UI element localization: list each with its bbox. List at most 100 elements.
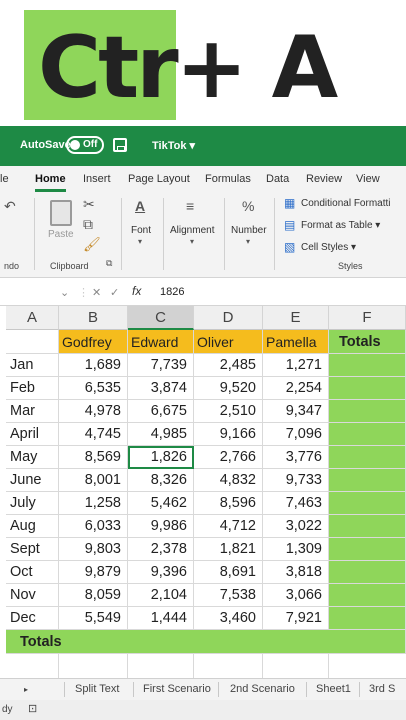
value-cell[interactable]: 2,104: [128, 584, 194, 607]
value-cell[interactable]: 9,166: [194, 423, 263, 446]
value-cell[interactable]: 3,460: [194, 607, 263, 630]
value-cell[interactable]: 9,803: [59, 538, 128, 561]
value-cell[interactable]: 1,821: [194, 538, 263, 561]
row-label-cell[interactable]: Nov: [6, 584, 59, 607]
paste-label[interactable]: Paste: [48, 229, 74, 240]
value-cell[interactable]: 1,444: [128, 607, 194, 630]
row-label-cell[interactable]: April: [6, 423, 59, 446]
value-cell[interactable]: 6,033: [59, 515, 128, 538]
tab-formulas[interactable]: Formulas: [205, 173, 251, 185]
percent-icon[interactable]: %: [242, 198, 254, 214]
sheet-tab-split-text[interactable]: Split Text: [75, 683, 119, 695]
totals-cell[interactable]: [329, 354, 406, 377]
value-cell[interactable]: 8,001: [59, 469, 128, 492]
cell[interactable]: [6, 654, 59, 678]
value-cell[interactable]: 4,745: [59, 423, 128, 446]
value-cell[interactable]: 8,596: [194, 492, 263, 515]
totals-column-header[interactable]: Totals: [329, 330, 406, 354]
font-icon[interactable]: A: [135, 198, 145, 214]
value-cell[interactable]: 3,022: [263, 515, 329, 538]
format-painter-icon[interactable]: 🖌: [83, 236, 101, 253]
value-cell[interactable]: 1,309: [263, 538, 329, 561]
dialog-launcher-icon[interactable]: ⧉: [106, 258, 112, 269]
row-label-cell[interactable]: May: [6, 446, 59, 469]
row-label-cell[interactable]: Sept: [6, 538, 59, 561]
value-cell[interactable]: 5,462: [128, 492, 194, 515]
value-cell[interactable]: 8,691: [194, 561, 263, 584]
cell[interactable]: [59, 654, 128, 678]
selected-cell[interactable]: 1,826: [128, 446, 194, 469]
cut-icon[interactable]: ✂: [83, 196, 95, 213]
value-cell[interactable]: 7,096: [263, 423, 329, 446]
column-header-b[interactable]: B: [59, 306, 128, 330]
value-cell[interactable]: 7,463: [263, 492, 329, 515]
cancel-icon[interactable]: ✕: [92, 286, 101, 299]
value-cell[interactable]: 3,874: [128, 377, 194, 400]
totals-cell[interactable]: [329, 561, 406, 584]
alignment-label[interactable]: Alignment: [170, 225, 214, 236]
header-cell[interactable]: Oliver: [194, 330, 263, 354]
value-cell[interactable]: 7,538: [194, 584, 263, 607]
chevron-down-icon[interactable]: ▾: [138, 237, 142, 246]
totals-cell[interactable]: [329, 423, 406, 446]
value-cell[interactable]: 8,569: [59, 446, 128, 469]
value-cell[interactable]: 6,675: [128, 400, 194, 423]
sheet-tab-first-scenario[interactable]: First Scenario: [143, 683, 211, 695]
value-cell[interactable]: 7,921: [263, 607, 329, 630]
value-cell[interactable]: 3,818: [263, 561, 329, 584]
row-label-cell[interactable]: Oct: [6, 561, 59, 584]
value-cell[interactable]: 9,396: [128, 561, 194, 584]
column-header-d[interactable]: D: [194, 306, 263, 330]
row-label-cell[interactable]: Mar: [6, 400, 59, 423]
totals-row[interactable]: Totals: [6, 630, 406, 654]
totals-cell[interactable]: [329, 584, 406, 607]
value-cell[interactable]: 3,066: [263, 584, 329, 607]
totals-cell[interactable]: [329, 446, 406, 469]
value-cell[interactable]: 4,985: [128, 423, 194, 446]
value-cell[interactable]: 4,978: [59, 400, 128, 423]
value-cell[interactable]: 8,326: [128, 469, 194, 492]
value-cell[interactable]: 9,733: [263, 469, 329, 492]
accessibility-icon[interactable]: ⊡: [28, 702, 37, 715]
format-table-icon[interactable]: ▤: [284, 218, 295, 232]
value-cell[interactable]: 5,549: [59, 607, 128, 630]
row-label-cell[interactable]: Dec: [6, 607, 59, 630]
cell[interactable]: [194, 654, 263, 678]
sheet-tab-3rd[interactable]: 3rd S: [369, 683, 395, 695]
totals-cell[interactable]: [329, 492, 406, 515]
totals-cell[interactable]: [329, 469, 406, 492]
value-cell[interactable]: 2,485: [194, 354, 263, 377]
scroll-tabs-icon[interactable]: ▸: [24, 685, 28, 694]
copy-icon[interactable]: ⧉: [83, 216, 93, 233]
save-icon[interactable]: [113, 138, 127, 152]
column-header-c[interactable]: C: [128, 306, 194, 330]
enter-icon[interactable]: ✓: [110, 286, 119, 299]
tab-data[interactable]: Data: [266, 173, 289, 185]
value-cell[interactable]: 4,712: [194, 515, 263, 538]
cell[interactable]: [263, 654, 329, 678]
value-cell[interactable]: 3,776: [263, 446, 329, 469]
chevron-down-icon[interactable]: ▾: [190, 237, 194, 246]
value-cell[interactable]: 9,986: [128, 515, 194, 538]
totals-cell[interactable]: [329, 538, 406, 561]
number-label[interactable]: Number: [231, 225, 267, 236]
value-cell[interactable]: 4,832: [194, 469, 263, 492]
value-cell[interactable]: 2,254: [263, 377, 329, 400]
totals-cell[interactable]: [329, 400, 406, 423]
value-cell[interactable]: 2,510: [194, 400, 263, 423]
conditional-formatting-label[interactable]: Conditional Formatti: [301, 198, 390, 209]
cell[interactable]: [128, 654, 194, 678]
paste-icon[interactable]: [50, 200, 72, 226]
column-header-f[interactable]: F: [329, 306, 406, 330]
row-label-cell[interactable]: Aug: [6, 515, 59, 538]
value-cell[interactable]: 1,271: [263, 354, 329, 377]
undo-icon[interactable]: ↶: [4, 198, 16, 215]
value-cell[interactable]: 7,739: [128, 354, 194, 377]
name-box-dropdown-icon[interactable]: ⌄: [60, 286, 69, 299]
value-cell[interactable]: 8,059: [59, 584, 128, 607]
chevron-down-icon[interactable]: ▾: [246, 237, 250, 246]
value-cell[interactable]: 6,535: [59, 377, 128, 400]
autosave-toggle[interactable]: Off: [66, 136, 104, 154]
cell[interactable]: [6, 330, 59, 354]
value-cell[interactable]: 9,347: [263, 400, 329, 423]
